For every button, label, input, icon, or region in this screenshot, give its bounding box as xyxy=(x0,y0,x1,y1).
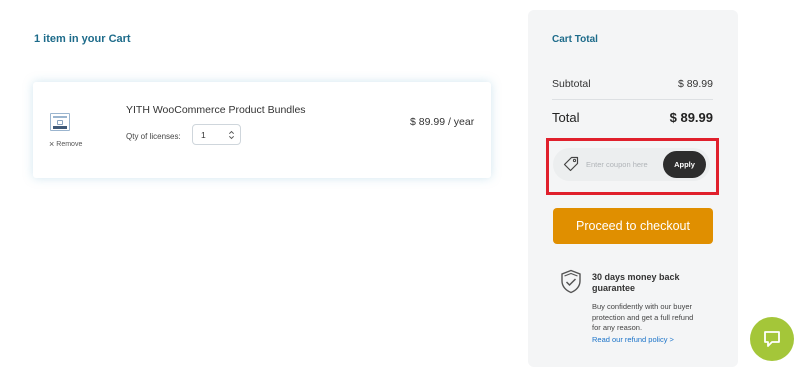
qty-label: Qty of licenses: xyxy=(126,132,181,141)
total-value: $ 89.99 xyxy=(669,110,713,125)
coupon-input[interactable] xyxy=(586,157,660,172)
chat-button[interactable] xyxy=(750,317,794,361)
subtotal-value: $ 89.99 xyxy=(677,78,713,90)
guarantee-title: 30 days money back guarantee xyxy=(592,272,680,293)
close-icon: × xyxy=(49,139,55,149)
subtotal-label: Subtotal xyxy=(552,78,591,90)
total-label: Total xyxy=(552,110,580,125)
proceed-to-checkout-button[interactable]: Proceed to checkout xyxy=(553,208,713,244)
cart-heading: 1 item in your Cart xyxy=(34,33,131,45)
apply-coupon-button[interactable]: Apply xyxy=(663,151,706,178)
remove-item-link[interactable]: × Remove xyxy=(49,139,83,149)
quantity-stepper[interactable]: 1 xyxy=(192,124,241,145)
cart-totals-panel: Cart Total Subtotal $ 89.99 Total $ 89.9… xyxy=(528,10,738,367)
item-price: $ 89.99 / year xyxy=(410,116,475,128)
chat-icon xyxy=(764,331,780,347)
tag-icon xyxy=(563,156,579,172)
totals-divider xyxy=(552,99,713,100)
refund-policy-link[interactable]: Read our refund policy > xyxy=(592,335,674,344)
guarantee-text: Buy confidently with our buyer protectio… xyxy=(592,302,694,332)
coupon-form: Apply xyxy=(553,148,710,181)
cart-item-card: × Remove YITH WooCommerce Product Bundle… xyxy=(33,82,491,178)
remove-label: Remove xyxy=(56,141,83,148)
cart-total-title: Cart Total xyxy=(552,34,598,45)
chevron-up-down-icon xyxy=(228,130,235,140)
quantity-value: 1 xyxy=(201,129,206,140)
product-thumbnail[interactable] xyxy=(50,113,70,131)
product-name[interactable]: YITH WooCommerce Product Bundles xyxy=(126,104,306,116)
shield-check-icon xyxy=(561,269,581,294)
